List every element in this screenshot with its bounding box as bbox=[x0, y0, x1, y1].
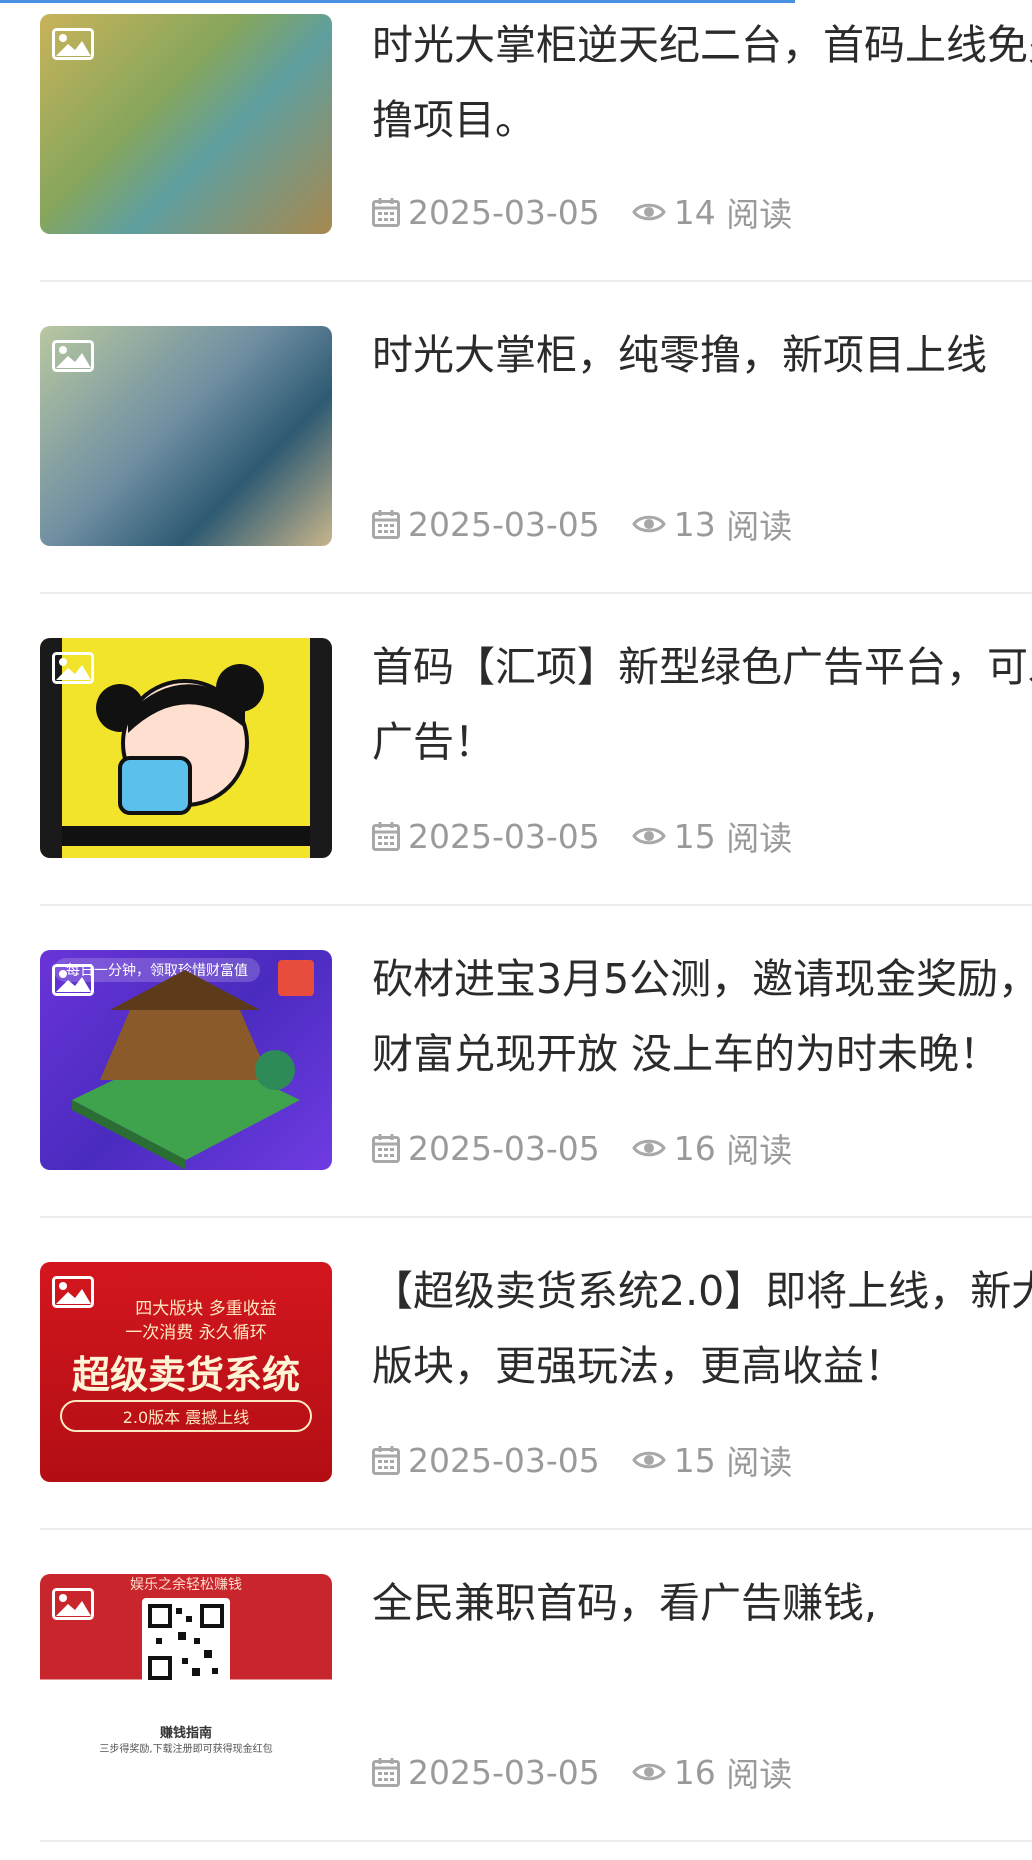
article-meta: 2025-03-05 13 阅读 bbox=[372, 500, 792, 548]
article-meta: 2025-03-05 15 阅读 bbox=[372, 812, 792, 860]
thumbnail-line-2: 一次消费 永久循环 bbox=[125, 1323, 267, 1343]
view-unit: 阅读 bbox=[726, 819, 793, 858]
thumbnail-badge: 2.0版本 震撼上线 bbox=[60, 1400, 312, 1432]
article-meta: 2025-03-05 16 阅读 bbox=[372, 1748, 792, 1796]
view-count: 14 bbox=[673, 192, 716, 232]
eye-icon bbox=[631, 827, 666, 845]
eye-icon bbox=[631, 203, 666, 221]
view-count: 15 bbox=[673, 816, 716, 856]
image-icon bbox=[52, 964, 94, 996]
article-thumbnail[interactable] bbox=[40, 638, 332, 858]
view-count: 16 bbox=[673, 1128, 716, 1168]
article-date: 2025-03-05 bbox=[408, 1128, 600, 1168]
article-item[interactable]: 娱乐之余轻松赚钱 赚钱指南 三步得奖励,下载注册即可获得现金红包 全民兼职首码，… bbox=[40, 1530, 1032, 1842]
article-thumbnail[interactable]: 四大版块 多重收益 一次消费 永久循环 超级卖货系统 2.0版本 震撼上线 bbox=[40, 1262, 332, 1482]
guide-title: 赚钱指南 bbox=[159, 1726, 212, 1741]
calendar-icon bbox=[372, 822, 400, 851]
calendar-icon bbox=[372, 1758, 400, 1787]
article-views: 15 阅读 bbox=[631, 812, 793, 860]
eye-icon bbox=[631, 1139, 666, 1157]
article-title[interactable]: 首码【汇项】新型绿色广告平台，可发广告！ bbox=[372, 630, 1032, 780]
article-item[interactable]: 时光大掌柜，纯零撸，新项目上线 2025-03-05 13 阅读 bbox=[40, 282, 1032, 594]
image-icon bbox=[52, 28, 94, 60]
view-count: 16 bbox=[673, 1752, 716, 1792]
article-title[interactable]: 时光大掌柜，纯零撸，新项目上线 bbox=[372, 318, 1032, 393]
article-views: 15 阅读 bbox=[631, 1436, 793, 1484]
image-icon bbox=[52, 1588, 94, 1620]
article-views: 13 阅读 bbox=[631, 500, 793, 548]
image-icon bbox=[52, 1276, 94, 1308]
article-thumbnail[interactable]: 娱乐之余轻松赚钱 赚钱指南 三步得奖励,下载注册即可获得现金红包 bbox=[40, 1574, 332, 1794]
view-count: 15 bbox=[673, 1440, 716, 1480]
article-title[interactable]: 砍材进宝3月5公测，邀请现金奖励，财富兑现开放 没上车的为时未晚！ bbox=[372, 942, 1032, 1092]
thumbnail-main-title: 超级卖货系统 bbox=[71, 1352, 300, 1397]
article-meta: 2025-03-05 14 阅读 bbox=[372, 188, 792, 236]
article-thumbnail[interactable] bbox=[40, 326, 332, 546]
image-icon bbox=[52, 652, 94, 684]
view-unit: 阅读 bbox=[726, 507, 793, 546]
view-unit: 阅读 bbox=[726, 1131, 793, 1170]
article-date: 2025-03-05 bbox=[408, 1440, 600, 1480]
eye-icon bbox=[631, 1451, 666, 1469]
article-meta: 2025-03-05 16 阅读 bbox=[372, 1124, 792, 1172]
qr-code bbox=[142, 1598, 230, 1686]
article-list: 时光大掌柜逆天纪二台，首码上线免费撸项目。 2025-03-05 14 阅读 时… bbox=[40, 0, 1032, 1842]
qr-code-pattern bbox=[148, 1604, 224, 1680]
view-count: 13 bbox=[673, 504, 716, 544]
calendar-icon bbox=[372, 1134, 400, 1163]
eye-icon bbox=[631, 515, 666, 533]
article-item[interactable]: 首码【汇项】新型绿色广告平台，可发广告！ 2025-03-05 15 阅读 bbox=[40, 594, 1032, 906]
article-title[interactable]: 时光大掌柜逆天纪二台，首码上线免费撸项目。 bbox=[372, 8, 1032, 158]
view-unit: 阅读 bbox=[726, 195, 793, 234]
article-views: 14 阅读 bbox=[631, 188, 793, 236]
guide-subtitle: 三步得奖励,下载注册即可获得现金红包 bbox=[99, 1744, 273, 1755]
article-date: 2025-03-05 bbox=[408, 1752, 600, 1792]
article-date: 2025-03-05 bbox=[408, 504, 600, 544]
article-views: 16 阅读 bbox=[631, 1748, 793, 1796]
calendar-icon bbox=[372, 1446, 400, 1475]
article-meta: 2025-03-05 15 阅读 bbox=[372, 1436, 792, 1484]
article-title[interactable]: 【超级卖货系统2.0】即将上线，新大版块，更强玩法，更高收益！ bbox=[372, 1254, 1032, 1404]
article-item[interactable]: 时光大掌柜逆天纪二台，首码上线免费撸项目。 2025-03-05 14 阅读 bbox=[40, 0, 1032, 282]
image-icon bbox=[52, 340, 94, 372]
article-item[interactable]: 每日一分钟，领取珍惜财富值 砍材进宝3月5公测，邀请现金奖励，财富兑现开放 没上… bbox=[40, 906, 1032, 1218]
article-title[interactable]: 全民兼职首码，看广告赚钱, bbox=[372, 1566, 1032, 1641]
view-unit: 阅读 bbox=[726, 1755, 793, 1794]
eye-icon bbox=[631, 1763, 666, 1781]
article-thumbnail[interactable] bbox=[40, 14, 332, 234]
article-thumbnail[interactable]: 每日一分钟，领取珍惜财富值 bbox=[40, 950, 332, 1170]
calendar-icon bbox=[372, 510, 400, 539]
article-views: 16 阅读 bbox=[631, 1124, 793, 1172]
article-date: 2025-03-05 bbox=[408, 816, 600, 856]
article-date: 2025-03-05 bbox=[408, 192, 600, 232]
article-item[interactable]: 四大版块 多重收益 一次消费 永久循环 超级卖货系统 2.0版本 震撼上线 【超… bbox=[40, 1218, 1032, 1530]
calendar-icon bbox=[372, 198, 400, 227]
view-unit: 阅读 bbox=[726, 1443, 793, 1482]
